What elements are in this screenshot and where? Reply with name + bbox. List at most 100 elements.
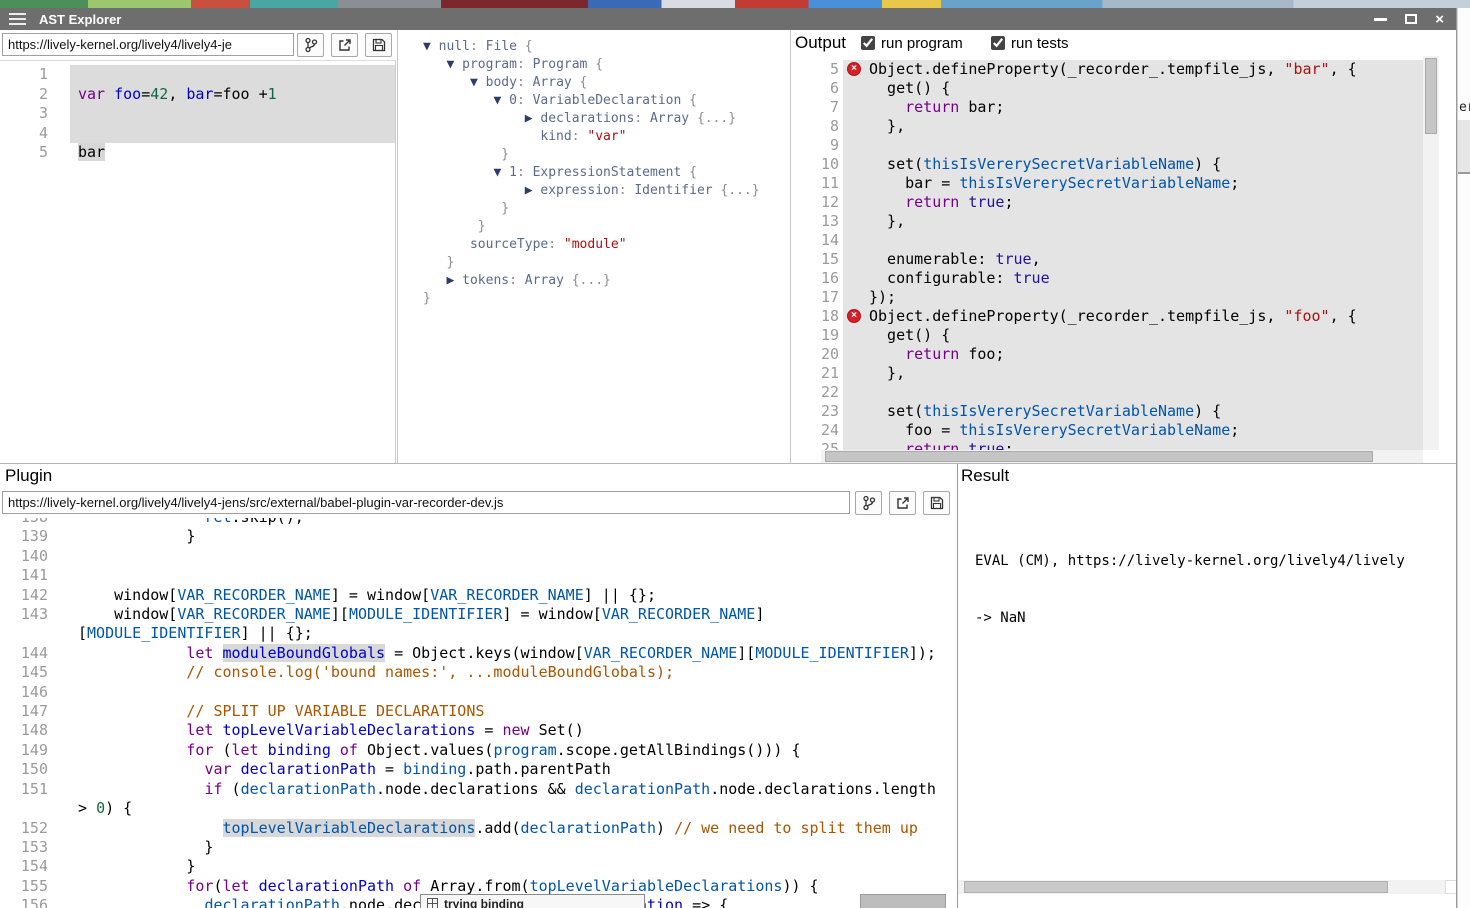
code-line: } xyxy=(423,146,760,164)
code-text: } xyxy=(423,147,509,162)
source-branch-button[interactable] xyxy=(297,33,324,57)
code-line: 150 var declarationPath = binding.path.p… xyxy=(0,760,950,779)
code-text: Object.defineProperty(_recorder_.tempfil… xyxy=(843,60,1423,79)
close-button[interactable] xyxy=(1435,12,1444,27)
code-text: }, xyxy=(843,364,1423,383)
code-line: 146 xyxy=(0,683,950,702)
code-text: } xyxy=(423,201,509,216)
code-text: // console.log('bound names:', ...module… xyxy=(70,663,950,682)
code-text: }); xyxy=(843,288,1423,307)
run-tests-checkbox[interactable] xyxy=(991,36,1005,50)
line-number: 154 xyxy=(0,857,70,876)
source-url-input[interactable] xyxy=(2,33,294,56)
maximize-button[interactable] xyxy=(1405,14,1417,24)
code-text xyxy=(843,383,1423,402)
plugin-save-button[interactable] xyxy=(923,491,950,515)
code-line: ▼ 1: ExpressionStatement { xyxy=(423,164,760,182)
save-icon xyxy=(930,496,944,510)
code-text xyxy=(70,104,395,124)
code-line: 3 xyxy=(0,104,395,124)
code-line: kind: "var" xyxy=(423,128,760,146)
code-line: ▶ declarations: Array {...} xyxy=(423,110,760,128)
code-text: } xyxy=(70,527,950,546)
code-text: Object.defineProperty(_recorder_.tempfil… xyxy=(843,307,1423,326)
run-program-checkbox[interactable] xyxy=(861,36,875,50)
result-horizontal-scrollbar-thumb[interactable] xyxy=(964,881,1388,893)
code-line: 142 window[VAR_RECORDER_NAME] = window[V… xyxy=(0,586,950,605)
plugin-branch-button[interactable] xyxy=(855,491,882,515)
code-line: 19 get() { xyxy=(791,326,1423,345)
line-number: 19 xyxy=(791,326,843,345)
line-number: 147 xyxy=(0,702,70,721)
line-number xyxy=(0,799,70,818)
line-number: 146 xyxy=(0,683,70,702)
code-line: 6 get() { xyxy=(791,79,1423,98)
code-text: return true; xyxy=(843,440,1423,450)
code-text: let moduleBoundGlobals = Object.keys(win… xyxy=(70,644,950,663)
code-text: if (declarationPath.node.declarations &&… xyxy=(70,780,950,799)
line-number: 156 xyxy=(0,896,70,908)
line-number: 5 xyxy=(791,60,843,79)
ast-tree[interactable]: ▼ null: File { ▼ program: Program { ▼ bo… xyxy=(423,38,760,308)
code-line: 4 xyxy=(0,124,395,144)
code-line: 149 for (let binding of Object.values(pr… xyxy=(0,741,950,760)
menu-icon[interactable] xyxy=(9,13,26,25)
plugin-open-button[interactable] xyxy=(889,491,916,515)
line-number: 145 xyxy=(0,663,70,682)
plugin-editor[interactable]: 138 ret.skip();139 }140 141 142 window[V… xyxy=(0,518,950,908)
run-program-label: run program xyxy=(881,35,963,52)
code-text: window[VAR_RECORDER_NAME][MODULE_IDENTIF… xyxy=(70,605,950,624)
code-line: 2var foo=42, bar=foo +1 xyxy=(0,85,395,105)
code-line: 13 }, xyxy=(791,212,1423,231)
code-text: bar xyxy=(70,143,395,163)
line-number: 153 xyxy=(0,838,70,857)
code-line: 17}); xyxy=(791,288,1423,307)
result-line: EVAL (CM), https://lively-kernel.org/liv… xyxy=(975,552,1430,571)
code-text: ret.skip(); xyxy=(70,518,950,527)
line-number: 152 xyxy=(0,819,70,838)
output-vertical-scrollbar[interactable] xyxy=(1423,56,1439,450)
background-window-block xyxy=(1458,120,1470,172)
external-link-icon xyxy=(338,38,352,52)
background-window-divider xyxy=(1458,172,1470,174)
line-number: 7 xyxy=(791,98,843,117)
code-line: 147 // SPLIT UP VARIABLE DECLARATIONS xyxy=(0,702,950,721)
code-line: 138 ret.skip(); xyxy=(0,518,950,527)
trying-binding-popup[interactable]: trying binding xyxy=(420,894,645,908)
source-editor[interactable]: 1 2var foo=42, bar=foo +13 4 5bar xyxy=(0,60,396,463)
source-save-button[interactable] xyxy=(365,33,392,57)
code-line: 151 if (declarationPath.node.declaration… xyxy=(0,780,950,799)
code-text: } xyxy=(70,857,950,876)
top-section: 1 2var foo=42, bar=foo +13 4 5bar ▼ null… xyxy=(0,30,1457,463)
output-code: 5Object.defineProperty(_recorder_.tempfi… xyxy=(791,60,1423,450)
line-number: 3 xyxy=(0,104,70,124)
code-line: 143 window[VAR_RECORDER_NAME][MODULE_IDE… xyxy=(0,605,950,624)
bottom-section: Plugin 138 ret.skip();139 xyxy=(0,463,1457,908)
plugin-title: Plugin xyxy=(5,466,52,486)
error-icon[interactable] xyxy=(847,309,861,323)
output-editor[interactable]: 5Object.defineProperty(_recorder_.tempfi… xyxy=(791,56,1423,450)
code-line: ▶ expression: Identifier {...} xyxy=(423,182,760,200)
code-text: > 0) { xyxy=(70,799,950,818)
line-number: 142 xyxy=(0,586,70,605)
plugin-url-input[interactable] xyxy=(2,491,850,514)
error-icon[interactable] xyxy=(847,62,861,76)
code-text: sourceType: "module" xyxy=(423,237,627,252)
minimize-button[interactable] xyxy=(1374,18,1387,21)
line-number: 141 xyxy=(0,566,70,585)
code-line: 154 } xyxy=(0,857,950,876)
window-controls xyxy=(1374,12,1444,27)
code-text xyxy=(843,231,1423,250)
source-open-button[interactable] xyxy=(331,33,358,57)
background-window: er xyxy=(1457,8,1470,908)
code-text: [MODULE_IDENTIFIER] || {}; xyxy=(70,624,950,643)
result-output: EVAL (CM), https://lively-kernel.org/liv… xyxy=(975,514,1430,666)
code-text: ▼ 0: VariableDeclaration { xyxy=(423,93,697,108)
output-horizontal-scrollbar-thumb[interactable] xyxy=(825,451,1373,462)
code-text: kind: "var" xyxy=(423,129,627,144)
code-text: ▶ declarations: Array {...} xyxy=(423,111,736,126)
code-text: var declarationPath = binding.path.paren… xyxy=(70,760,950,779)
output-vertical-scrollbar-thumb[interactable] xyxy=(1425,58,1437,134)
output-horizontal-scrollbar[interactable] xyxy=(821,450,1423,463)
result-horizontal-scrollbar[interactable] xyxy=(958,880,1445,894)
